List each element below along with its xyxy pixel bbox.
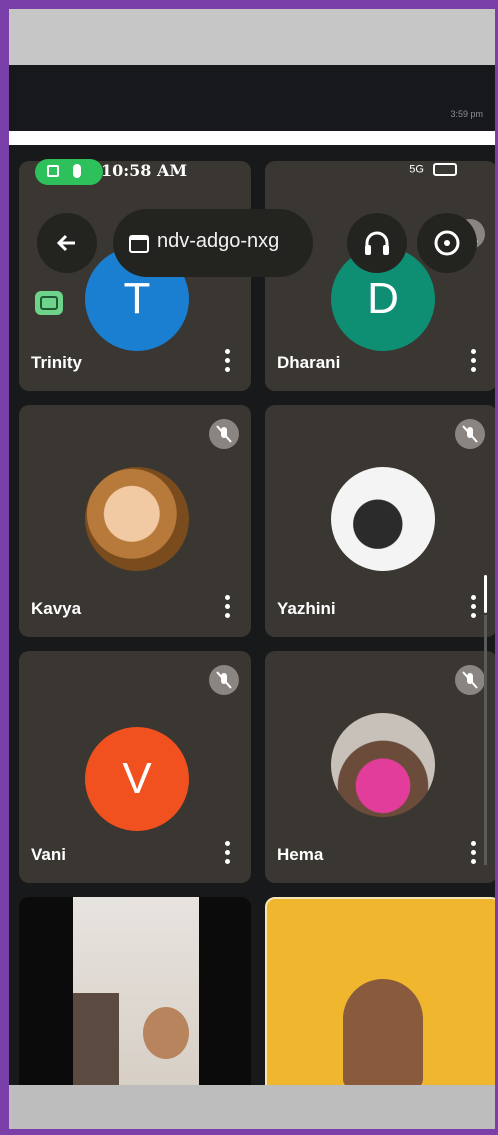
divider	[9, 131, 495, 145]
participant-name: Vani	[31, 845, 66, 864]
more-vert-icon[interactable]	[471, 349, 477, 375]
avatar-photo	[331, 467, 435, 571]
participant-tile-vani[interactable]: V Vani	[19, 651, 251, 883]
avatar-initial: V	[122, 754, 152, 803]
participant-name: Yazhini	[277, 599, 336, 618]
more-vert-icon[interactable]	[471, 841, 477, 867]
switch-camera-button[interactable]	[417, 213, 477, 273]
avatar-initial: T	[123, 274, 151, 323]
mic-off-icon	[209, 665, 239, 695]
status-time: 10:58 AM	[101, 161, 188, 180]
bottom-chrome	[9, 1085, 495, 1129]
meeting-info-pill[interactable]: ndv-adgo-nxg	[113, 209, 313, 277]
back-arrow-icon	[56, 234, 75, 252]
video-tile-left[interactable]	[19, 897, 251, 1085]
scroll-track	[484, 615, 487, 865]
recording-indicator	[35, 159, 103, 185]
mic-off-icon	[455, 665, 485, 695]
system-icons: 5G	[409, 163, 457, 176]
meet-screen: T Trinity D Dharani Kavya Yazhini V Vani…	[9, 145, 495, 1085]
more-vert-icon[interactable]	[471, 595, 477, 621]
switch-camera-icon	[434, 230, 460, 256]
mic-icon	[73, 164, 81, 178]
app-frame: 3:59 pm T Trinity D Dharani Kavya Yazhin…	[9, 9, 495, 1129]
participant-name: Trinity	[31, 353, 83, 372]
top-chrome	[9, 9, 495, 65]
headphones-icon	[365, 231, 389, 255]
participant-tile-kavya[interactable]: Kavya	[19, 405, 251, 637]
participant-tile-dharani[interactable]: D Dharani	[265, 161, 495, 391]
video-feed	[73, 897, 199, 1085]
back-button[interactable]	[37, 213, 97, 273]
participant-name: Hema	[277, 845, 324, 864]
audio-output-button[interactable]	[347, 213, 407, 273]
more-vert-icon[interactable]	[225, 349, 231, 375]
more-vert-icon[interactable]	[225, 595, 231, 621]
participant-name: Dharani	[277, 353, 341, 372]
more-vert-icon[interactable]	[225, 841, 231, 867]
cast-icon[interactable]	[35, 291, 63, 315]
video-tile-right[interactable]	[265, 897, 495, 1085]
record-icon	[47, 165, 59, 177]
video-feed	[343, 979, 423, 1085]
meeting-code: ndv-adgo-nxg	[157, 230, 280, 252]
network-type: 5G	[409, 163, 424, 176]
calendar-icon	[129, 235, 149, 253]
participant-tile-yazhini[interactable]: Yazhini	[265, 405, 495, 637]
mic-off-icon	[455, 419, 485, 449]
participant-name: Kavya	[31, 599, 82, 618]
avatar-initial: D	[367, 274, 399, 323]
avatar: V	[85, 727, 189, 831]
avatar-photo	[85, 467, 189, 571]
battery-icon	[433, 163, 457, 176]
avatar-photo	[331, 713, 435, 817]
phone-status-bar: 10:58 AM 5G	[9, 145, 495, 185]
mic-off-icon	[209, 419, 239, 449]
outer-status-bar: 3:59 pm	[9, 65, 495, 131]
participant-tile-hema[interactable]: Hema	[265, 651, 495, 883]
scroll-thumb[interactable]	[484, 575, 487, 613]
outer-time: 3:59 pm	[450, 109, 483, 119]
